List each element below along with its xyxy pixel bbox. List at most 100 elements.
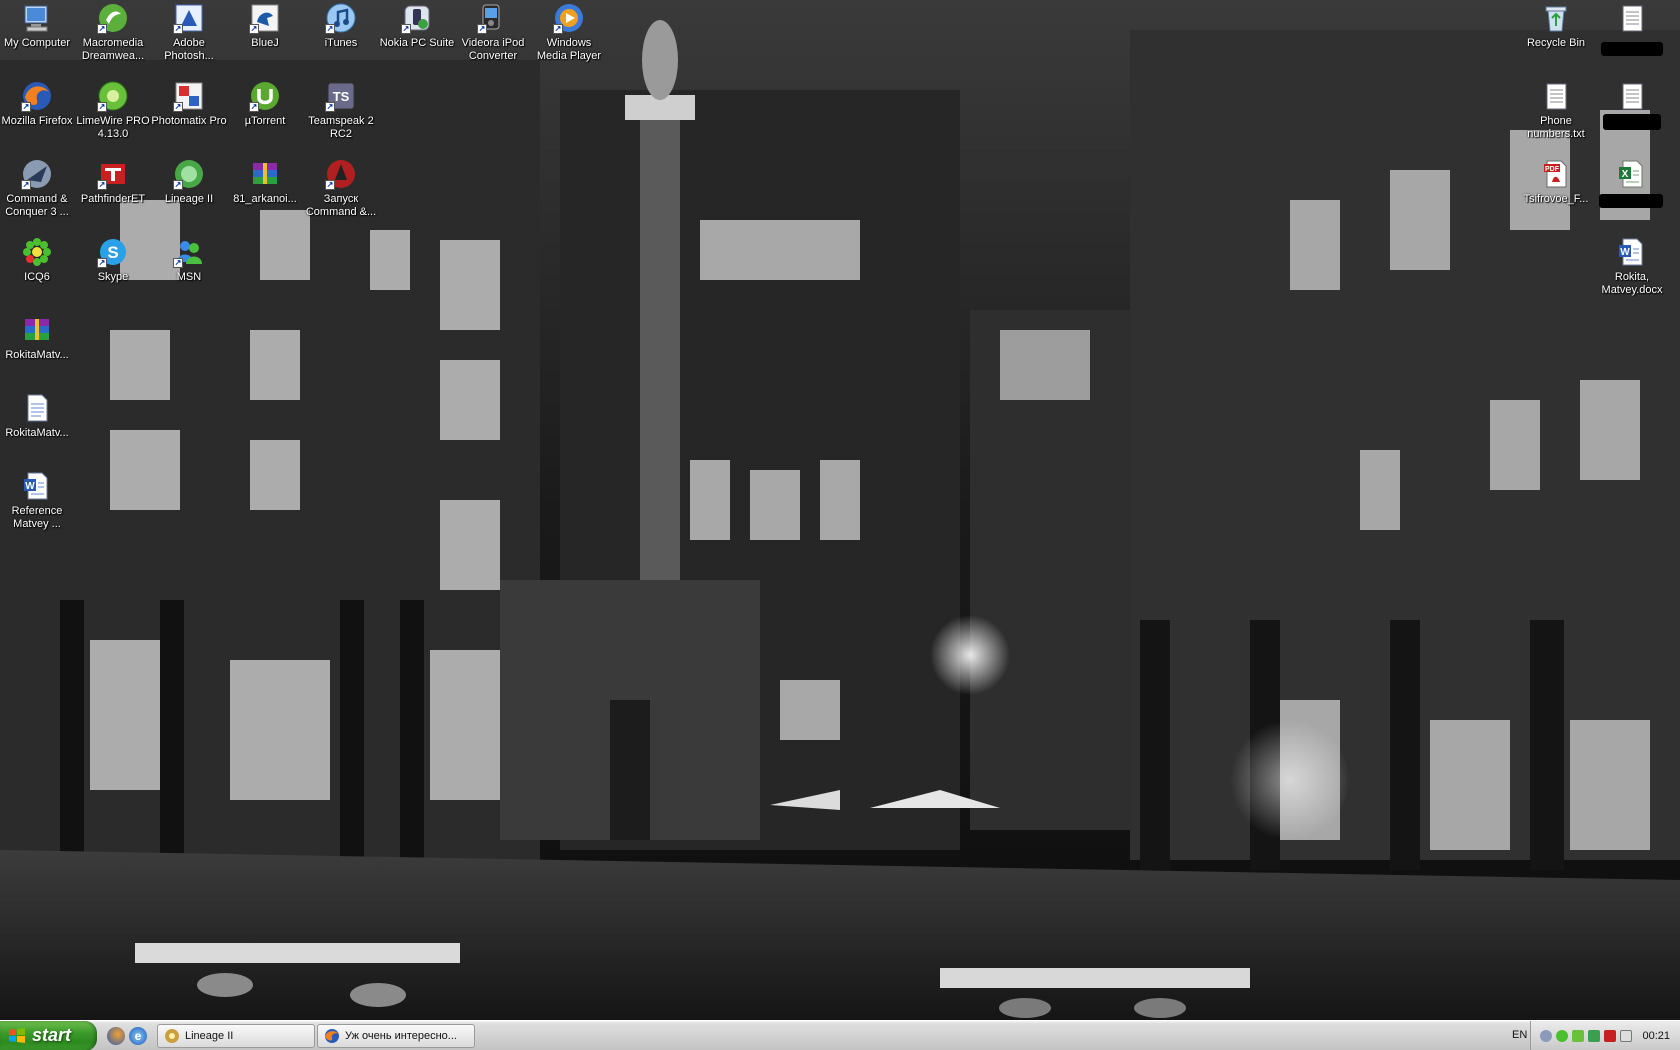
desktop-icon-photoshop[interactable]: ↗ Adobe Photosh...: [152, 2, 226, 74]
internet-explorer-icon[interactable]: e: [129, 1026, 147, 1045]
svg-text:X: X: [1622, 169, 1629, 180]
desktop-icon-lineage[interactable]: ↗ Lineage II: [152, 158, 226, 230]
my-computer-icon: [21, 2, 53, 34]
icq-tray-icon[interactable]: [1556, 1030, 1569, 1042]
desktop-icon-label: RokitaMatv...: [5, 427, 69, 439]
redacted-label: [1601, 42, 1663, 56]
desktop-icon-label: Command & Conquer 3 ...: [5, 193, 69, 218]
desktop-icon-my-computer[interactable]: My Computer: [0, 2, 74, 74]
notepad-document-icon: [1616, 80, 1648, 112]
desktop-icon-label: Lineage II: [164, 193, 214, 205]
skype-icon: S ↗: [97, 236, 129, 268]
desktop-icon-rokita-docx[interactable]: W Rokita, Matvey.docx: [1595, 236, 1669, 308]
desktop-icon-firefox[interactable]: ↗ Mozilla Firefox: [0, 80, 74, 152]
desktop-icon-label: Photomatix Pro: [151, 115, 227, 127]
limewire-tray-icon[interactable]: [1572, 1030, 1585, 1042]
notepad-document-icon: [1540, 80, 1572, 112]
wallpaper-image: [0, 0, 1680, 1020]
redacted-label: [1599, 194, 1663, 208]
desktop-icon-utorrent[interactable]: ↗ µTorrent: [228, 80, 302, 152]
desktop-icon-icq[interactable]: ICQ6: [0, 236, 74, 308]
desktop-icon-label: Phone numbers.txt: [1527, 115, 1585, 140]
desktop-icon-notepad-file-1[interactable]: [1595, 2, 1669, 74]
desktop-icon-nokia-pc-suite[interactable]: ↗ Nokia PC Suite: [380, 2, 454, 74]
desktop-icon-tsifrovoe-pdf[interactable]: PDF Tsifrovoe_F...: [1519, 158, 1593, 230]
desktop-icon-dreamweaver[interactable]: ↗ Macromedia Dreamwea...: [76, 2, 150, 74]
taskbar-button-lineage[interactable]: Lineage II: [157, 1023, 315, 1048]
taskbar-button-label: Lineage II: [185, 1029, 234, 1042]
desktop-icon-command-conquer-launch[interactable]: ↗ Запуск Command &...: [304, 158, 378, 230]
antivirus-tray-icon[interactable]: [1604, 1030, 1617, 1042]
desktop-icon-reference-matvey[interactable]: W Reference Matvey ...: [0, 470, 74, 542]
desktop-icon-label: Reference Matvey ...: [11, 505, 63, 530]
taskbar-button-label: Уж очень интересно...: [345, 1029, 457, 1042]
svg-text:W: W: [25, 481, 35, 492]
desktop-icon-label: RokitaMatv...: [5, 349, 69, 361]
shortcut-arrow-icon: ↗: [249, 24, 259, 34]
photomatix-icon: ↗: [173, 80, 205, 112]
desktop-icon-windows-media-player[interactable]: ↗ Windows Media Player: [532, 2, 606, 74]
desktop-icon-pathfinder[interactable]: ↗ PathfinderET: [76, 158, 150, 230]
tray-expand-icon[interactable]: [1540, 1030, 1553, 1042]
desktop-icon-arkanoid-archive[interactable]: 81_arkanoi...: [228, 158, 302, 230]
desktop-icon-teamspeak[interactable]: TS ↗ Teamspeak 2 RC2: [304, 80, 378, 152]
msn-tray-icon[interactable]: [1588, 1030, 1601, 1042]
desktop-icon-label: Запуск Command &...: [305, 193, 377, 218]
clock[interactable]: 00:21: [1642, 1030, 1670, 1042]
desktop-icon-excel-file[interactable]: X: [1595, 158, 1669, 230]
desktop-icon-label: Mozilla Firefox: [1, 115, 73, 127]
desktop-icon-skype[interactable]: S ↗ Skype: [76, 236, 150, 308]
desktop-icon-videora[interactable]: ↗ Videora iPod Converter: [456, 2, 530, 74]
command-conquer-icon: ↗: [21, 158, 53, 190]
shortcut-arrow-icon: ↗: [325, 180, 335, 190]
firefox-quicklaunch-icon[interactable]: [107, 1026, 125, 1045]
desktop[interactable]: My Computer ↗ Macromedia Dreamwea... ↗ A…: [0, 0, 1680, 1020]
desktop-icon-label: Macromedia Dreamwea...: [81, 37, 145, 62]
dreamweaver-icon: ↗: [97, 2, 129, 34]
desktop-icon-label: BlueJ: [251, 37, 279, 49]
winrar-archive-icon: [249, 158, 281, 190]
desktop-icon-label: Recycle Bin: [1526, 37, 1586, 49]
mail-tray-icon[interactable]: [1620, 1030, 1633, 1042]
desktop-icon-label: Skype: [97, 271, 129, 283]
svg-text:TS: TS: [333, 89, 350, 104]
desktop-icon-label: PathfinderET: [80, 193, 146, 205]
redacted-label: [1603, 114, 1661, 130]
shortcut-arrow-icon: ↗: [477, 24, 487, 34]
desktop-icon-limewire[interactable]: ↗ LimeWire PRO 4.13.0: [76, 80, 150, 152]
system-tray: 00:21: [1530, 1021, 1680, 1050]
language-indicator[interactable]: EN: [1512, 1029, 1527, 1041]
shortcut-arrow-icon: ↗: [97, 180, 107, 190]
recycle-bin-icon: [1540, 2, 1572, 34]
desktop-icon-label: Nokia PC Suite: [379, 37, 455, 49]
notepad-document-icon: [1616, 2, 1648, 34]
pdf-document-icon: PDF: [1540, 158, 1572, 190]
desktop-icon-msn[interactable]: ↗ MSN: [152, 236, 226, 308]
itunes-icon: ↗: [325, 2, 357, 34]
desktop-icon-label: ICQ6: [24, 271, 50, 283]
bluej-icon: ↗: [249, 2, 281, 34]
desktop-icon-phone-numbers[interactable]: Phone numbers.txt: [1519, 80, 1593, 152]
shortcut-arrow-icon: ↗: [21, 102, 31, 112]
desktop-icon-command-conquer[interactable]: ↗ Command & Conquer 3 ...: [0, 158, 74, 230]
desktop-icon-label: µTorrent: [244, 115, 286, 127]
nokia-pc-suite-icon: ↗: [401, 2, 433, 34]
desktop-icon-photomatix[interactable]: ↗ Photomatix Pro: [151, 80, 227, 152]
desktop-icon-bluej[interactable]: ↗ BlueJ: [228, 2, 302, 74]
pathfinder-icon: ↗: [97, 158, 129, 190]
desktop-icon-notepad-file-2[interactable]: [1595, 80, 1669, 152]
msn-icon: ↗: [173, 236, 205, 268]
start-button[interactable]: start: [0, 1020, 97, 1050]
desktop-icon-rokita-document[interactable]: RokitaMatv...: [0, 392, 74, 464]
desktop-icon-recycle-bin[interactable]: Recycle Bin: [1519, 2, 1593, 74]
desktop-icon-label: MSN: [176, 271, 202, 283]
shortcut-arrow-icon: ↗: [401, 24, 411, 34]
taskbar-button-firefox[interactable]: Уж очень интересно...: [317, 1023, 475, 1048]
shortcut-arrow-icon: ↗: [21, 180, 31, 190]
desktop-icon-label: My Computer: [3, 37, 71, 49]
firefox-icon: [325, 1028, 339, 1043]
shortcut-arrow-icon: ↗: [173, 24, 183, 34]
desktop-icon-label: LimeWire PRO 4.13.0: [76, 115, 150, 140]
desktop-icon-itunes[interactable]: ↗ iTunes: [304, 2, 378, 74]
desktop-icon-rokita-archive[interactable]: RokitaMatv...: [0, 314, 74, 386]
